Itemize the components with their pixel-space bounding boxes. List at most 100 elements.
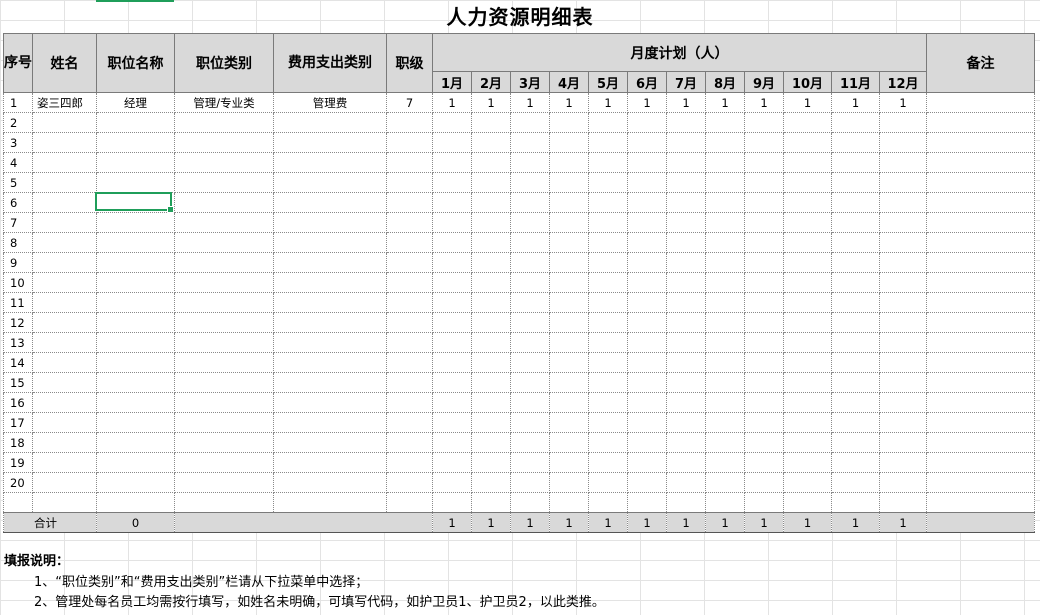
cell-month-7[interactable]: [666, 452, 706, 473]
cell-seq[interactable]: 1: [3, 92, 33, 113]
cell-month-11[interactable]: [831, 112, 880, 133]
cell-month-7[interactable]: [666, 112, 706, 133]
cell-month-3[interactable]: [510, 412, 550, 433]
cell-month-5[interactable]: [588, 452, 628, 473]
cell-level[interactable]: [386, 432, 433, 453]
cell-month-8[interactable]: [705, 312, 745, 333]
cell-month-3[interactable]: [510, 312, 550, 333]
header-month-11[interactable]: 11月: [831, 71, 880, 93]
cell-remark[interactable]: [926, 352, 1035, 373]
cell-month-10[interactable]: [783, 352, 832, 373]
cell-month-1[interactable]: [432, 232, 472, 253]
cell-remark[interactable]: [926, 472, 1035, 493]
cell-month-10[interactable]: [783, 392, 832, 413]
cell-remark[interactable]: [926, 132, 1035, 153]
cell-month-1[interactable]: [432, 172, 472, 193]
cell-name[interactable]: 姿三四郎: [32, 92, 97, 113]
cell-month-7[interactable]: 1: [666, 92, 706, 113]
total-month-10[interactable]: 1: [783, 512, 832, 533]
cell-remark[interactable]: [926, 212, 1035, 233]
cell-expense-type[interactable]: [273, 152, 387, 173]
cell-month-11[interactable]: [831, 352, 880, 373]
cell-month-2[interactable]: [471, 272, 511, 293]
cell-month-1[interactable]: [432, 332, 472, 353]
cell-month-9[interactable]: [744, 172, 784, 193]
cell-remark[interactable]: [926, 172, 1035, 193]
cell-month-12[interactable]: [879, 232, 927, 253]
cell-seq[interactable]: 11: [3, 292, 33, 313]
cell-month-5[interactable]: [588, 472, 628, 493]
cell-position-name[interactable]: [96, 312, 175, 333]
cell-name[interactable]: [32, 132, 97, 153]
cell-month-12[interactable]: [879, 492, 927, 513]
cell-month-7[interactable]: [666, 272, 706, 293]
cell-seq[interactable]: 3: [3, 132, 33, 153]
cell-month-5[interactable]: [588, 132, 628, 153]
cell-month-1[interactable]: [432, 432, 472, 453]
cell-month-5[interactable]: [588, 192, 628, 213]
cell-position-type[interactable]: [174, 492, 274, 513]
cell-month-11[interactable]: [831, 132, 880, 153]
cell-month-7[interactable]: [666, 152, 706, 173]
cell-month-3[interactable]: [510, 112, 550, 133]
cell-month-4[interactable]: [549, 132, 589, 153]
cell-month-1[interactable]: [432, 372, 472, 393]
cell-month-1[interactable]: [432, 472, 472, 493]
cell-month-8[interactable]: [705, 472, 745, 493]
cell-level[interactable]: [386, 212, 433, 233]
cell-remark[interactable]: [926, 292, 1035, 313]
cell-month-10[interactable]: [783, 112, 832, 133]
cell-month-4[interactable]: [549, 112, 589, 133]
cell-month-11[interactable]: [831, 492, 880, 513]
cell-month-6[interactable]: [627, 492, 667, 513]
total-month-8[interactable]: 1: [705, 512, 745, 533]
cell-month-5[interactable]: [588, 232, 628, 253]
cell-remark[interactable]: [926, 232, 1035, 253]
cell-level[interactable]: [386, 312, 433, 333]
cell-remark[interactable]: [926, 92, 1035, 113]
cell-month-4[interactable]: [549, 212, 589, 233]
cell-month-11[interactable]: [831, 192, 880, 213]
cell-month-10[interactable]: [783, 252, 832, 273]
cell-month-8[interactable]: [705, 452, 745, 473]
header-month-10[interactable]: 10月: [783, 71, 832, 93]
cell-month-10[interactable]: [783, 192, 832, 213]
cell-month-11[interactable]: [831, 212, 880, 233]
cell-month-5[interactable]: [588, 292, 628, 313]
cell-month-8[interactable]: [705, 412, 745, 433]
cell-month-1[interactable]: [432, 132, 472, 153]
cell-remark[interactable]: [926, 252, 1035, 273]
cell-month-1[interactable]: [432, 492, 472, 513]
cell-position-type[interactable]: [174, 412, 274, 433]
cell-month-3[interactable]: [510, 212, 550, 233]
cell-name[interactable]: [32, 212, 97, 233]
cell-name[interactable]: [32, 492, 97, 513]
cell-month-7[interactable]: [666, 312, 706, 333]
cell-month-12[interactable]: [879, 252, 927, 273]
cell-position-name[interactable]: [96, 412, 175, 433]
cell-month-10[interactable]: [783, 372, 832, 393]
cell-month-10[interactable]: [783, 312, 832, 333]
cell-name[interactable]: [32, 172, 97, 193]
cell-month-1[interactable]: [432, 192, 472, 213]
cell-month-6[interactable]: [627, 212, 667, 233]
cell-month-9[interactable]: [744, 472, 784, 493]
cell-position-name[interactable]: [96, 332, 175, 353]
cell-month-10[interactable]: [783, 292, 832, 313]
cell-month-4[interactable]: [549, 372, 589, 393]
cell-month-10[interactable]: [783, 452, 832, 473]
cell-month-1[interactable]: 1: [432, 92, 472, 113]
total-month-3[interactable]: 1: [510, 512, 550, 533]
cell-month-9[interactable]: [744, 252, 784, 273]
cell-month-12[interactable]: [879, 172, 927, 193]
cell-position-type[interactable]: [174, 352, 274, 373]
cell-position-type[interactable]: [174, 132, 274, 153]
cell-name[interactable]: [32, 332, 97, 353]
cell-position-type[interactable]: [174, 212, 274, 233]
cell-month-8[interactable]: [705, 272, 745, 293]
cell-level[interactable]: [386, 332, 433, 353]
cell-month-3[interactable]: [510, 152, 550, 173]
cell-month-7[interactable]: [666, 372, 706, 393]
cell-level[interactable]: [386, 172, 433, 193]
cell-month-10[interactable]: [783, 332, 832, 353]
